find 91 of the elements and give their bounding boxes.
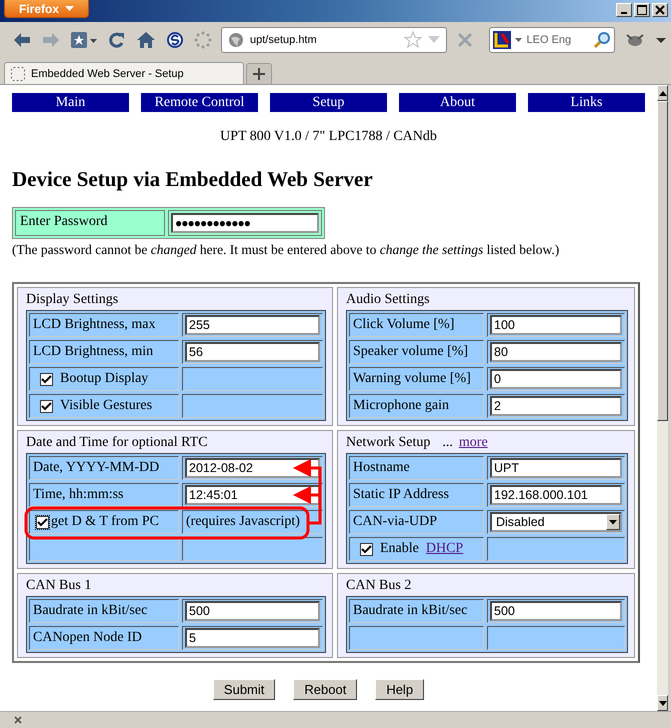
- globe-icon: [228, 32, 244, 48]
- home-icon[interactable]: [136, 31, 156, 49]
- checkbox[interactable]: [36, 516, 49, 528]
- section-title: Date and Time for optional RTC: [26, 435, 208, 451]
- dropdown[interactable]: Disabled: [490, 512, 622, 532]
- form-button[interactable]: Submit: [212, 679, 276, 700]
- more-link[interactable]: more: [458, 435, 488, 451]
- page-icon: [11, 66, 25, 80]
- bookmarks-icon[interactable]: [70, 31, 98, 49]
- input-field[interactable]: 192.168.000.101: [490, 485, 622, 505]
- password-field[interactable]: ●●●●●●●●●●●●: [171, 213, 319, 233]
- input-field[interactable]: 2: [490, 396, 622, 416]
- field-label: Microphone gain: [349, 394, 484, 418]
- scroll-up-icon[interactable]: [658, 90, 666, 96]
- tab-title: Embedded Web Server - Setup: [31, 68, 184, 80]
- search-icon[interactable]: [593, 31, 611, 49]
- password-label: Enter Password: [15, 210, 165, 236]
- checkbox-label: get D & T from PC: [51, 514, 159, 530]
- field-label: CANopen Node ID: [29, 626, 179, 650]
- checkbox-label: Bootup Display: [60, 371, 148, 387]
- nav-link[interactable]: Remote Control: [141, 93, 258, 112]
- form-button[interactable]: Reboot: [293, 679, 358, 700]
- address-bar[interactable]: upt/setup.htm: [221, 27, 447, 53]
- scroll-down-icon[interactable]: [658, 700, 666, 706]
- field-label: Baudrate in kBit/sec: [349, 599, 484, 623]
- input-field[interactable]: 500: [490, 601, 622, 621]
- input-field[interactable]: 12:45:01: [185, 485, 320, 505]
- plus-icon: [253, 68, 265, 80]
- vertical-scrollbar[interactable]: [657, 85, 668, 711]
- browser-tab[interactable]: Embedded Web Server - Setup: [4, 62, 244, 84]
- nav-link[interactable]: Setup: [270, 93, 387, 112]
- nav-link[interactable]: Links: [528, 93, 645, 112]
- close-icon[interactable]: [14, 716, 22, 724]
- checkbox[interactable]: [360, 542, 373, 556]
- section-title: CAN Bus 2: [346, 578, 412, 594]
- search-engine-name: LEO Eng: [526, 34, 572, 46]
- checkbox-label: Enable: [380, 541, 419, 557]
- loading-spinner-icon: [194, 31, 212, 49]
- minimize-button[interactable]: [616, 3, 632, 17]
- section-title: Display Settings: [26, 292, 118, 308]
- input-field[interactable]: 5: [185, 628, 320, 648]
- input-field[interactable]: UPT: [490, 458, 622, 478]
- field-label: Baudrate in kBit/sec: [29, 599, 179, 623]
- nav-link[interactable]: Main: [12, 93, 129, 112]
- field-label: LCD Brightness, max: [29, 313, 179, 337]
- caret-icon: [65, 6, 74, 12]
- search-engine-icon[interactable]: [492, 31, 523, 49]
- page-heading: Device Setup via Embedded Web Server: [12, 167, 374, 192]
- password-note: (The password cannot be changed here. It must be entered above to change the settings listed below.): [12, 242, 560, 258]
- addon-s-icon[interactable]: [165, 31, 185, 49]
- checkbox[interactable]: [40, 400, 53, 412]
- field-label: Static IP Address: [349, 483, 484, 507]
- bookmark-star-icon[interactable]: [404, 31, 422, 49]
- checkbox[interactable]: [40, 372, 53, 386]
- input-field[interactable]: 80: [490, 342, 622, 362]
- field-label: Hostname: [349, 456, 484, 480]
- close-icon: [655, 5, 665, 15]
- checkbox-label: Visible Gestures: [60, 398, 152, 414]
- maximize-icon: [637, 5, 647, 15]
- minimize-icon: [621, 12, 627, 14]
- input-field[interactable]: 255: [185, 315, 320, 335]
- field-label: Date, YYYY-MM-DD: [29, 456, 179, 480]
- form-button[interactable]: Help: [375, 679, 424, 700]
- new-tab-button[interactable]: [246, 63, 272, 84]
- nav-link[interactable]: About: [399, 93, 516, 112]
- field-label: CAN-via-UDP: [349, 510, 484, 534]
- section-title: Network Setup: [346, 435, 430, 451]
- field-label: Warning volume [%]: [349, 367, 484, 391]
- field-label: Click Volume [%]: [349, 313, 484, 337]
- input-field[interactable]: 0: [490, 369, 622, 389]
- reload-icon[interactable]: [107, 31, 127, 49]
- device-subtitle: UPT 800 V1.0 / 7" LPC1788 / CANdb: [219, 129, 438, 145]
- close-button[interactable]: [652, 3, 668, 17]
- ellipsis-text: ...: [442, 435, 453, 451]
- url-text: upt/setup.htm: [250, 34, 318, 46]
- requirement-note: (requires Javascript): [182, 510, 323, 534]
- search-bar[interactable]: LEO Eng: [488, 27, 615, 53]
- field-label: Time, hh:mm:ss: [29, 483, 179, 507]
- field-label: Speaker volume [%]: [349, 340, 484, 364]
- input-field[interactable]: 100: [490, 315, 622, 335]
- input-field[interactable]: 56: [185, 342, 320, 362]
- field-label: LCD Brightness, min: [29, 340, 179, 364]
- input-field[interactable]: 2012-08-02: [185, 458, 320, 478]
- input-field[interactable]: 500: [185, 601, 320, 621]
- section-title: Audio Settings: [346, 292, 430, 308]
- caret-icon: [609, 520, 617, 524]
- back-icon[interactable]: [12, 31, 32, 49]
- section-title: CAN Bus 1: [26, 578, 92, 594]
- dhcp-link[interactable]: DHCP: [426, 541, 464, 557]
- maximize-button[interactable]: [634, 3, 650, 17]
- scrollbar-thumb[interactable]: [657, 101, 668, 421]
